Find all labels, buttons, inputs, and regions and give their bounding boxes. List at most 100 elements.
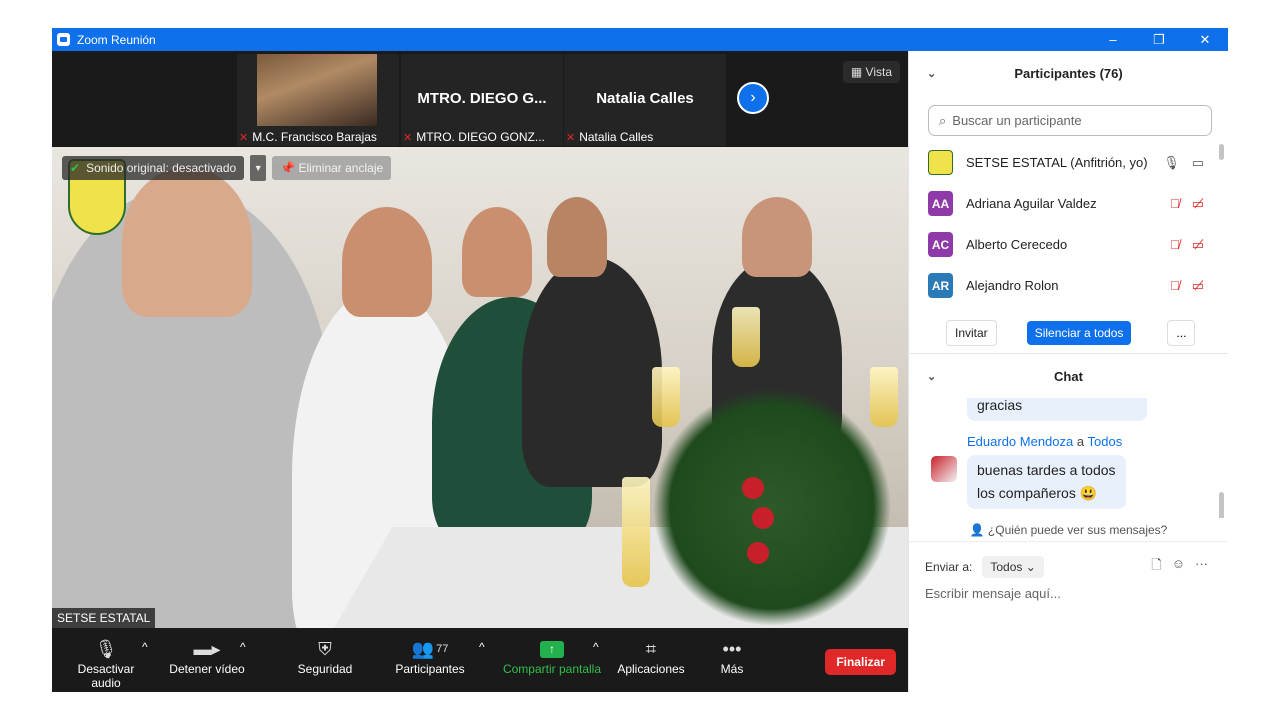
speaker-name-label: SETSE ESTATAL	[52, 608, 156, 628]
chevron-down-icon: ⌄	[1025, 560, 1036, 574]
champagne-glass	[732, 307, 760, 367]
ellipsis-icon[interactable]: ···	[1195, 556, 1208, 578]
video-camera-icon[interactable]: ▭	[1192, 155, 1204, 171]
search-icon: ⌕	[939, 112, 947, 128]
participant-row[interactable]: SETSE ESTATAL (Anfitrión, yo) 🎙 ▭	[909, 142, 1228, 183]
person-lock-icon: 👤	[969, 523, 988, 537]
chat-messages: gracias Eduardo Mendoza a Todos buenas t…	[909, 398, 1228, 518]
mic-muted-icon: ✕	[566, 131, 576, 144]
thumbnail-francisco[interactable]: ✕ M.C. Francisco Barajas	[237, 54, 399, 146]
chat-recipient: Todos	[1087, 434, 1123, 449]
stop-video-button[interactable]: ▬▸ Detener vídeo	[166, 636, 248, 677]
participants-button[interactable]: 👥 77 Participantes	[392, 636, 468, 677]
file-icon[interactable]: 🗋	[1151, 556, 1161, 578]
video-off-icon[interactable]: ▭̸	[1192, 196, 1204, 212]
invite-button[interactable]: Invitar	[946, 319, 997, 346]
view-button[interactable]: ▦ Vista	[842, 61, 900, 83]
end-meeting-button[interactable]: Finalizar	[825, 649, 896, 675]
next-page-icon[interactable]: ›	[737, 82, 769, 114]
unpin-button[interactable]: 📌 Eliminar anclaje	[272, 156, 392, 180]
mic-muted-icon[interactable]: 🎙̸	[1170, 278, 1180, 294]
chat-sender[interactable]: Eduardo Mendoza	[967, 434, 1073, 449]
person-shape	[462, 207, 532, 297]
thumbnail-label: M.C. Francisco Barajas	[252, 130, 377, 144]
restore-button[interactable]: ❐	[1136, 28, 1182, 51]
participants-title: Participantes (76)	[1014, 65, 1123, 81]
participants-header: ⌄ Participantes (76)	[909, 51, 1228, 95]
ornament	[747, 542, 769, 564]
collapse-chevron-icon[interactable]: ⌄	[927, 67, 936, 80]
share-options-caret[interactable]: ^	[593, 640, 599, 654]
garland-shape	[652, 387, 892, 627]
participant-row[interactable]: AR Alejandro Rolon 🎙̸ ▭̸	[909, 265, 1228, 306]
video-off-icon[interactable]: ▭̸	[1192, 237, 1204, 253]
mic-muted-icon: ✕	[239, 131, 249, 144]
side-panel: ⌄ Participantes (76) ⌕ Buscar un partici…	[908, 51, 1228, 692]
meeting-area: ✕ M.C. Francisco Barajas MTRO. DIEGO G...…	[52, 51, 908, 692]
participant-search-input[interactable]: ⌕ Buscar un participante	[928, 105, 1212, 136]
chat-input[interactable]: Escribir mensaje aquí...	[909, 586, 1228, 601]
mute-button[interactable]: 🎙 Desactivar audio	[62, 636, 150, 691]
person-shape	[742, 197, 812, 277]
close-button[interactable]: ✕	[1182, 28, 1228, 51]
participants-scrollbar[interactable]	[1219, 144, 1224, 160]
who-can-see-link[interactable]: 👤 ¿Quién puede ver sus mensajes?	[909, 518, 1228, 542]
window-title: Zoom Reunión	[77, 32, 156, 47]
more-button[interactable]: ••• Más	[712, 636, 752, 677]
thumbnail-strip: ✕ M.C. Francisco Barajas MTRO. DIEGO G...…	[52, 51, 908, 147]
chat-message: buenas tardes a todos los compañeros 😃	[967, 455, 1126, 509]
person-shape	[547, 197, 607, 277]
champagne-glass	[622, 477, 650, 587]
mic-muted-icon[interactable]: 🎙̸	[1170, 196, 1180, 212]
security-button[interactable]: ⛨ Seguridad	[292, 636, 358, 677]
champagne-glass	[652, 367, 680, 427]
original-sound-badge[interactable]: ✔ Sonido original: desactivado	[62, 156, 245, 180]
grid-icon: ▦	[850, 65, 866, 79]
thumbnail-name: MTRO. DIEGO G...	[417, 90, 547, 107]
mute-all-button[interactable]: Silenciar a todos	[1026, 320, 1132, 345]
collapse-chevron-icon[interactable]: ⌄	[927, 370, 936, 383]
participant-video	[257, 54, 377, 126]
participant-row[interactable]: AA Adriana Aguilar Valdez 🎙̸ ▭̸	[909, 183, 1228, 224]
chat-scrollbar[interactable]	[1219, 492, 1224, 518]
champagne-glass	[870, 367, 898, 427]
video-options-caret[interactable]: ^	[240, 640, 246, 654]
pin-icon: 📌	[280, 161, 299, 175]
thumbnail-diego[interactable]: MTRO. DIEGO G... ✕ MTRO. DIEGO GONZ...	[401, 54, 563, 146]
share-screen-button[interactable]: ↑ Compartir pantalla	[500, 636, 604, 676]
audio-options-caret[interactable]: ^	[142, 640, 148, 654]
participant-row[interactable]: AC Alberto Cerecedo 🎙̸ ▭̸	[909, 224, 1228, 265]
video-off-icon[interactable]: ▭̸	[1192, 278, 1204, 294]
participant-list: SETSE ESTATAL (Anfitrión, yo) 🎙 ▭ AA Adri…	[909, 142, 1228, 312]
mic-muted-icon[interactable]: 🎙̸	[1170, 237, 1180, 253]
thumbnail-label: Natalia Calles	[579, 130, 654, 144]
person-shape	[522, 257, 662, 487]
microphone-icon: 🎙	[94, 638, 118, 659]
apps-button[interactable]: ⌗ Aplicaciones	[615, 636, 687, 677]
avatar: AC	[928, 232, 953, 257]
microphone-icon[interactable]: 🎙	[1163, 155, 1180, 171]
minimize-button[interactable]: –	[1090, 28, 1136, 51]
participants-count: 77	[436, 643, 449, 655]
shield-check-icon: ✔	[70, 161, 81, 175]
emoji-icon[interactable]: ☺	[1172, 556, 1185, 578]
more-options-button[interactable]: ...	[1167, 319, 1196, 346]
zoom-window: Zoom Reunión – ❐ ✕ ✕ M.C. Francisco Baraj…	[52, 28, 1228, 692]
recipient-dropdown[interactable]: Todos ⌄	[982, 556, 1044, 578]
ornament	[752, 507, 774, 529]
thumbnail-natalia[interactable]: Natalia Calles ✕ Natalia Calles	[564, 54, 726, 146]
chat-header: ⌄ Chat	[909, 354, 1228, 398]
avatar	[931, 456, 957, 482]
shield-icon: ⛨	[318, 638, 332, 659]
participants-options-caret[interactable]: ^	[479, 640, 485, 654]
title-bar: Zoom Reunión – ❐ ✕	[52, 28, 1228, 51]
thumbnail-name: Natalia Calles	[596, 90, 694, 107]
main-video: ✔ Sonido original: desactivado ▼ 📌 Elimin…	[52, 147, 908, 628]
avatar: AR	[928, 273, 953, 298]
mic-muted-icon: ✕	[403, 131, 413, 144]
share-arrow-icon: ↑	[540, 640, 564, 658]
avatar	[928, 150, 953, 175]
thumbnail-label: MTRO. DIEGO GONZ...	[416, 130, 545, 144]
person-shape	[122, 167, 252, 317]
chevron-down-icon[interactable]: ▼	[250, 155, 267, 181]
